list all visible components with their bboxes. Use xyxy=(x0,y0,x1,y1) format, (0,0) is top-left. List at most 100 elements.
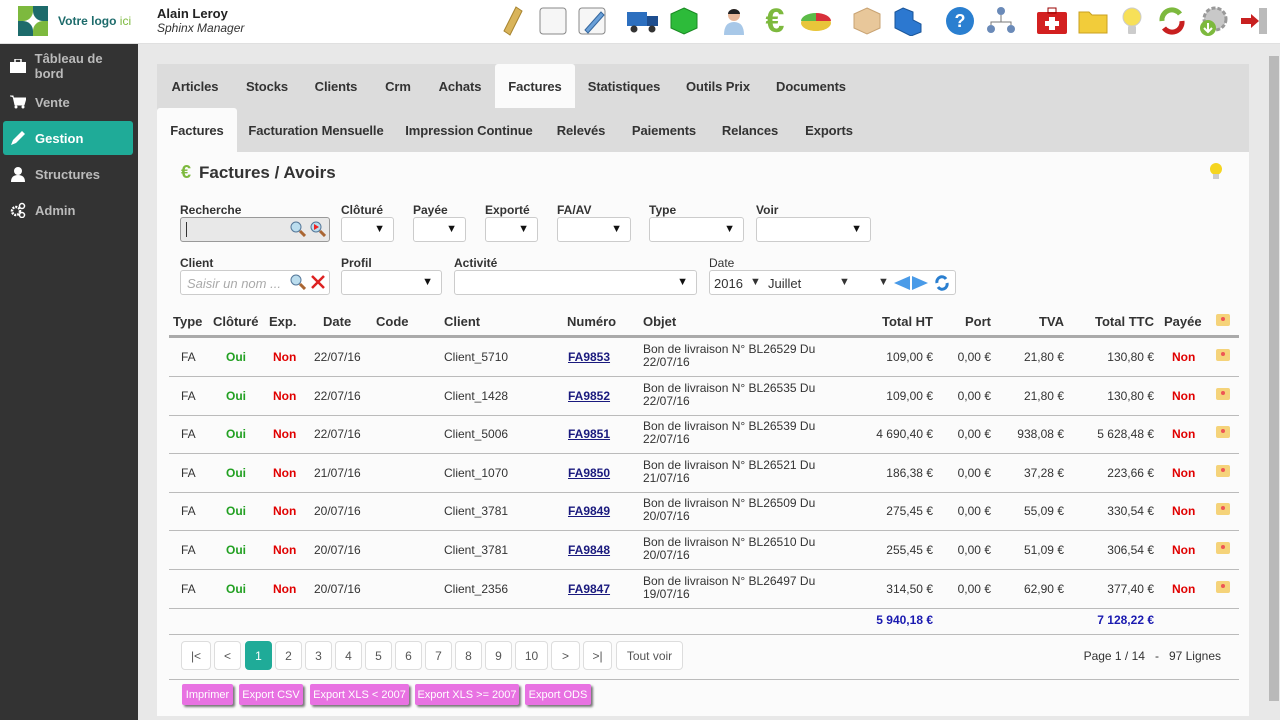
cardboard-box-icon[interactable] xyxy=(851,4,883,38)
subtab-factures[interactable]: Factures xyxy=(157,108,237,152)
table-row[interactable]: FA Oui Non 20/07/16 Client_2356 FA9847 Bon de … xyxy=(169,570,1239,609)
invoice-number-link[interactable]: FA9847 xyxy=(568,582,610,596)
email-flag-icon[interactable] xyxy=(1216,464,1230,477)
org-chart-icon[interactable] xyxy=(985,4,1017,38)
page-6-button[interactable]: 6 xyxy=(395,641,422,670)
page-8-button[interactable]: 8 xyxy=(455,641,482,670)
tab-crm[interactable]: Crm xyxy=(375,64,421,108)
euro-icon[interactable]: € xyxy=(759,2,791,40)
tab-articles[interactable]: Articles xyxy=(161,64,229,108)
lightbulb-icon[interactable] xyxy=(1116,4,1148,38)
subtab-paiements[interactable]: Paiements xyxy=(627,108,701,152)
invoice-number-link[interactable]: FA9851 xyxy=(568,427,610,441)
header-exp[interactable]: Exp. xyxy=(269,314,296,329)
user-icon[interactable] xyxy=(718,4,750,38)
logo[interactable]: Votre logo ici xyxy=(18,5,138,37)
logout-icon[interactable] xyxy=(1238,4,1270,38)
green-box-icon[interactable] xyxy=(668,4,700,38)
clear-icon[interactable] xyxy=(310,274,326,293)
type-select[interactable]: ▼ xyxy=(649,217,744,242)
exporte-select[interactable]: ▼ xyxy=(485,217,538,242)
scroll-icon[interactable] xyxy=(496,4,528,38)
email-flag-icon[interactable] xyxy=(1216,503,1230,516)
invoice-number-link[interactable]: FA9850 xyxy=(568,466,610,480)
subtab-releves[interactable]: Relevés xyxy=(551,108,611,152)
table-row[interactable]: FA Oui Non 22/07/16 Client_5710 FA9853 Bon de … xyxy=(169,338,1239,377)
tab-documents[interactable]: Documents xyxy=(769,64,853,108)
export-xls-old-button[interactable]: Export XLS < 2007 xyxy=(310,684,409,705)
delivery-truck-icon[interactable] xyxy=(626,4,658,38)
page-10-button[interactable]: 10 xyxy=(515,641,548,670)
email-flag-icon[interactable] xyxy=(1216,387,1230,400)
advanced-search-icon[interactable] xyxy=(310,221,327,240)
header-code[interactable]: Code xyxy=(376,314,409,329)
prev-page-button[interactable]: < xyxy=(214,641,241,670)
page-scrollbar[interactable] xyxy=(1268,44,1280,720)
invoice-number-link[interactable]: FA9848 xyxy=(568,543,610,557)
table-row[interactable]: FA Oui Non 22/07/16 Client_5006 FA9851 Bon de … xyxy=(169,415,1239,455)
tab-achats[interactable]: Achats xyxy=(429,64,491,108)
folder-icon[interactable] xyxy=(1077,4,1109,38)
tab-factures[interactable]: Factures xyxy=(495,64,575,108)
table-row[interactable]: FA Oui Non 21/07/16 Client_1070 FA9850 Bon de … xyxy=(169,454,1239,493)
export-ods-button[interactable]: Export ODS xyxy=(525,684,591,705)
page-4-button[interactable]: 4 xyxy=(335,641,362,670)
refresh-icon[interactable] xyxy=(934,275,950,294)
page-5-button[interactable]: 5 xyxy=(365,641,392,670)
header-objet[interactable]: Objet xyxy=(643,314,676,329)
table-row[interactable]: FA Oui Non 20/07/16 Client_3781 FA9848 Bon de … xyxy=(169,531,1239,570)
blue-boxes-icon[interactable] xyxy=(892,4,924,38)
page-1-button[interactable]: 1 xyxy=(245,641,272,670)
table-row[interactable]: FA Oui Non 22/07/16 Client_1428 FA9852 Bon de … xyxy=(169,377,1239,416)
table-row[interactable]: FA Oui Non 20/07/16 Client_3781 FA9849 Bon de … xyxy=(169,492,1239,532)
tab-outils-prix[interactable]: Outils Prix xyxy=(679,64,757,108)
header-payee[interactable]: Payée xyxy=(1164,314,1202,329)
email-flag-icon[interactable] xyxy=(1216,314,1230,326)
activite-select[interactable]: ▼ xyxy=(454,270,697,295)
subtab-relances[interactable]: Relances xyxy=(717,108,783,152)
voir-select[interactable]: ▼ xyxy=(756,217,871,242)
sidebar-item-structures[interactable]: Structures xyxy=(3,157,133,191)
year-select[interactable]: 2016 xyxy=(714,276,743,291)
header-tva[interactable]: TVA xyxy=(1039,314,1064,329)
previous-arrow-icon[interactable] xyxy=(894,276,910,293)
header-cloture[interactable]: Clôturé xyxy=(213,314,259,329)
email-flag-icon[interactable] xyxy=(1216,426,1230,439)
next-page-button[interactable]: > xyxy=(551,641,580,670)
tab-clients[interactable]: Clients xyxy=(305,64,367,108)
recherche-input[interactable] xyxy=(180,217,330,242)
sidebar-item-vente[interactable]: Vente xyxy=(3,85,133,119)
next-arrow-icon[interactable] xyxy=(912,276,928,293)
search-icon[interactable] xyxy=(290,274,307,293)
faav-select[interactable]: ▼ xyxy=(557,217,631,242)
cloture-select[interactable]: ▼ xyxy=(341,217,394,242)
sidebar-item-gestion[interactable]: Gestion xyxy=(3,121,133,155)
header-date[interactable]: Date xyxy=(323,314,351,329)
header-port[interactable]: Port xyxy=(965,314,991,329)
scrollbar-thumb[interactable] xyxy=(1269,56,1279,701)
invoice-number-link[interactable]: FA9849 xyxy=(568,504,610,518)
blank-page-icon[interactable] xyxy=(537,4,569,38)
export-csv-button[interactable]: Export CSV xyxy=(239,684,303,705)
first-page-button[interactable]: |< xyxy=(181,641,211,670)
email-flag-icon[interactable] xyxy=(1216,542,1230,554)
subtab-facturation-mensuelle[interactable]: Facturation Mensuelle xyxy=(245,108,387,152)
header-total-ht[interactable]: Total HT xyxy=(882,314,933,329)
header-type[interactable]: Type xyxy=(173,314,202,329)
subtab-exports[interactable]: Exports xyxy=(799,108,859,152)
month-select[interactable]: Juillet xyxy=(768,276,801,291)
show-all-button[interactable]: Tout voir xyxy=(616,641,683,670)
tab-statistiques[interactable]: Statistiques xyxy=(581,64,667,108)
lightbulb-icon[interactable] xyxy=(1209,162,1223,180)
print-button[interactable]: Imprimer xyxy=(182,684,233,705)
tab-stocks[interactable]: Stocks xyxy=(237,64,297,108)
page-7-button[interactable]: 7 xyxy=(425,641,452,670)
client-input[interactable]: Saisir un nom ... xyxy=(180,270,330,295)
profil-select[interactable]: ▼ xyxy=(341,270,442,295)
payee-select[interactable]: ▼ xyxy=(413,217,466,242)
header-numero[interactable]: Numéro xyxy=(567,314,616,329)
header-total-ttc[interactable]: Total TTC xyxy=(1095,314,1154,329)
help-icon[interactable]: ? xyxy=(944,4,976,38)
subtab-impression-continue[interactable]: Impression Continue xyxy=(401,108,537,152)
page-2-button[interactable]: 2 xyxy=(275,641,302,670)
